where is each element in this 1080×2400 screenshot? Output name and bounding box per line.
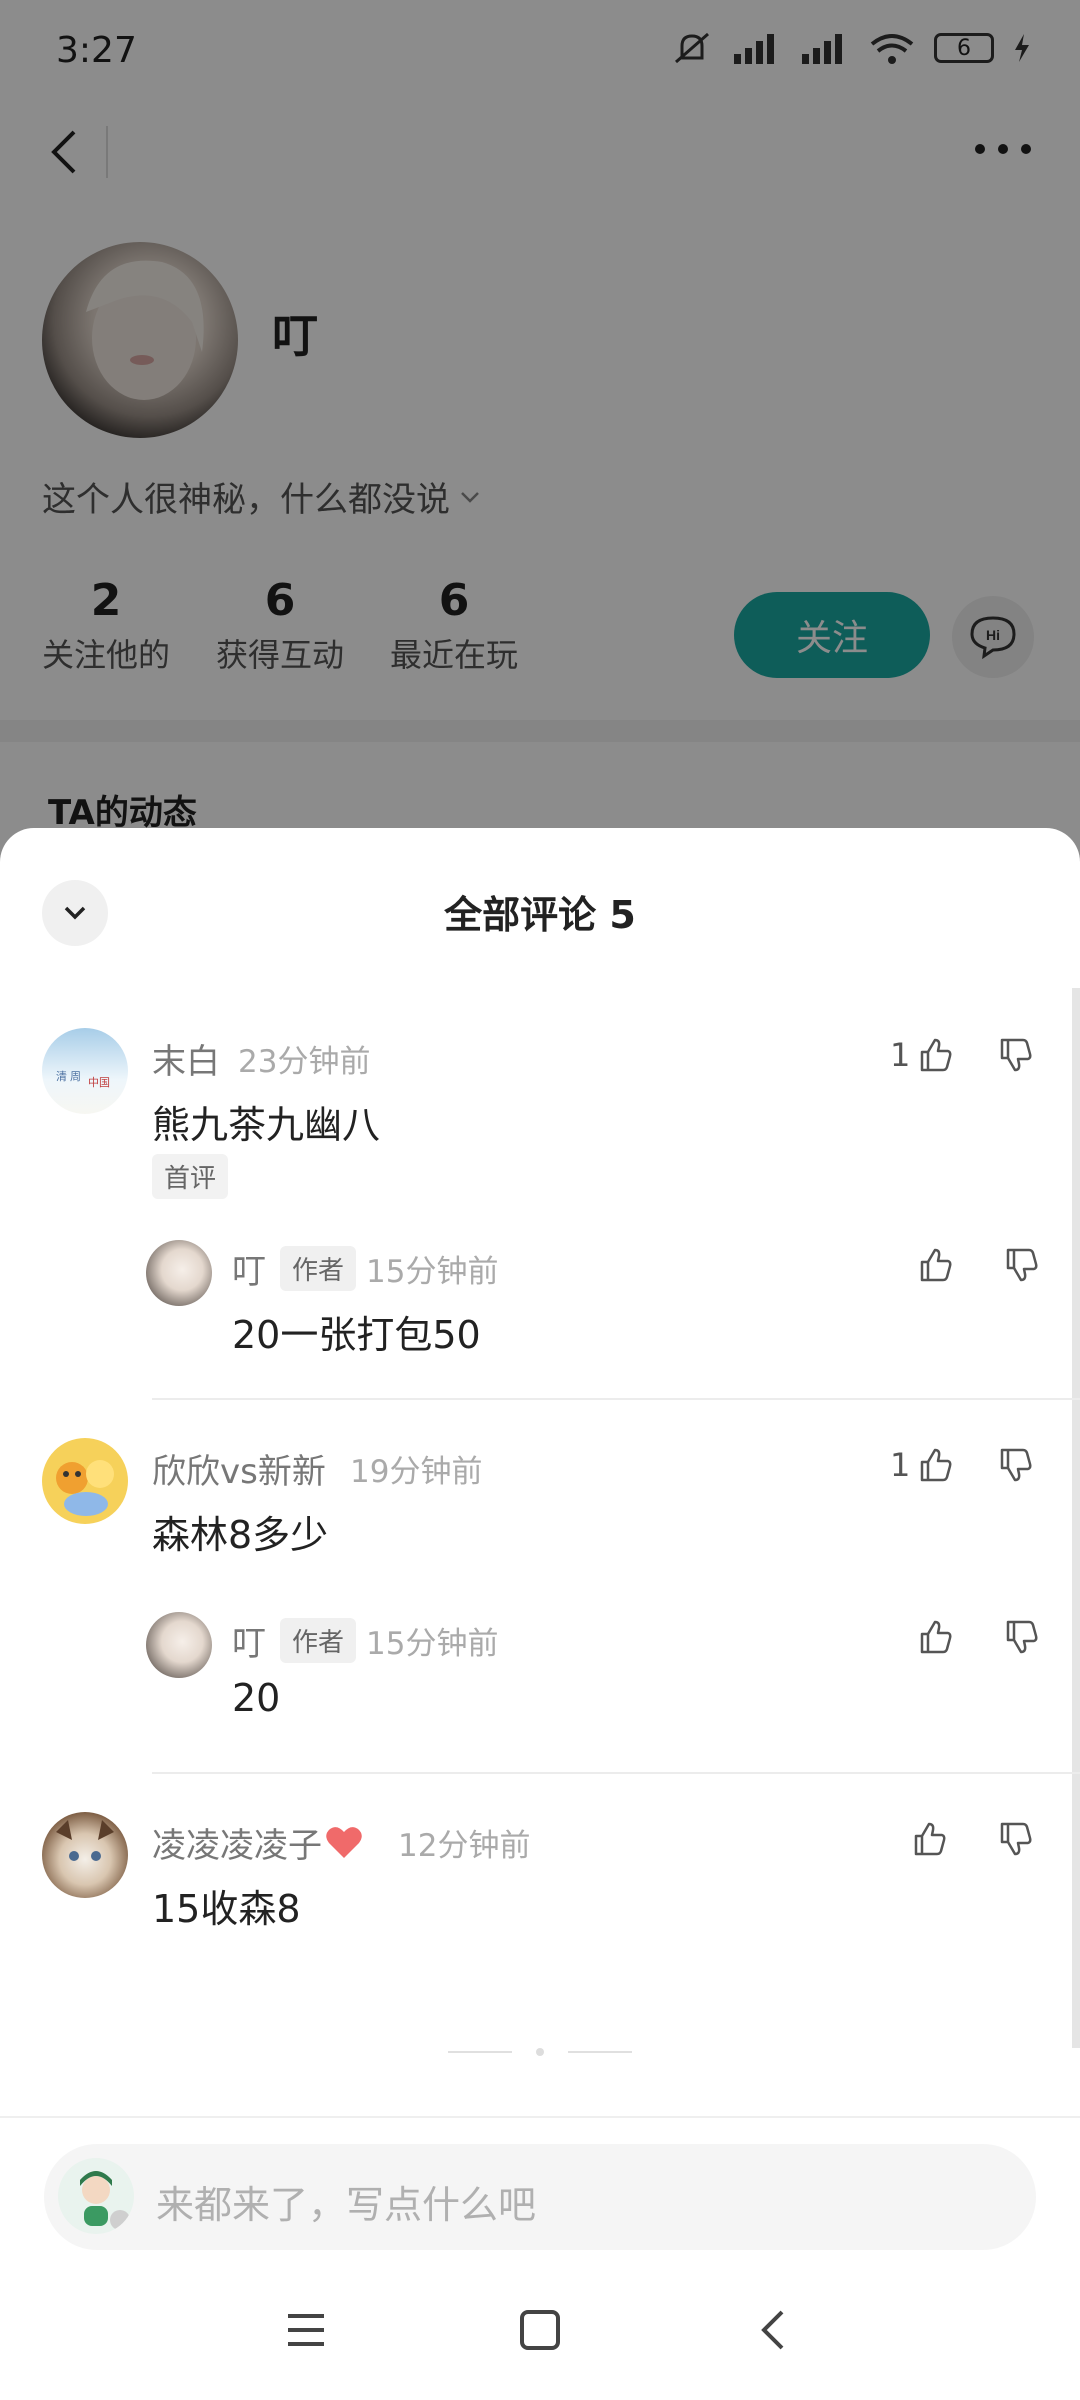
thumbs-down-icon[interactable] [1002,1618,1040,1656]
comment-author[interactable]: 末白 [152,1034,220,1083]
svg-text:清 周: 清 周 [56,1070,81,1083]
thumbs-up-icon[interactable] [910,1820,948,1858]
thumbs-down-icon[interactable] [1002,1246,1040,1284]
thumbs-up-icon[interactable] [916,1246,954,1284]
sys-back-icon[interactable] [752,2308,796,2352]
comment-avatar[interactable]: 清 周中国 [42,1028,128,1114]
comment-author[interactable]: 欣欣vs新新 [152,1444,326,1493]
reply-avatar[interactable] [146,1240,212,1306]
like-count: 1 [890,1036,911,1074]
comment-input[interactable]: 来都来了，写点什么吧 [44,2144,1036,2250]
thumbs-up-icon [921,1448,952,1482]
reply-author[interactable]: 叮 [232,1244,266,1293]
like-button[interactable]: 1 [890,1446,954,1484]
reply-time: 15分钟前 [366,1254,499,1290]
reply-text[interactable]: 20 [232,1676,280,1720]
reply-author[interactable]: 叮 [232,1616,266,1665]
heart-icon [326,1826,362,1858]
comment-divider [152,1398,1080,1400]
first-comment-tag: 首评 [152,1154,229,1199]
reply-text[interactable]: 20一张打包50 [232,1304,481,1359]
menu-icon[interactable] [284,2308,328,2352]
comment-time: 23分钟前 [238,1044,371,1080]
comment-avatar[interactable] [42,1438,128,1524]
thumbs-down-icon[interactable] [996,1820,1034,1858]
like-button[interactable]: 1 [890,1036,954,1074]
scrollbar[interactable] [1072,988,1080,2048]
reply-time: 15分钟前 [366,1626,499,1662]
comments-sheet: 全部评论 5 清 周中国 末白 23分钟前 熊九茶九幽八 首评 1 叮 作者 1… [0,828,1080,2400]
comment-text[interactable]: 15收森8 [152,1878,301,1933]
author-tag: 作者 [280,1618,357,1663]
author-tag: 作者 [280,1246,357,1291]
like-count: 1 [890,1446,911,1484]
comment-input-bar: 来都来了，写点什么吧 [0,2116,1080,2268]
comment-divider [152,1772,1080,1774]
thumbs-down-icon[interactable] [996,1036,1034,1074]
my-avatar [58,2158,134,2234]
thumbs-up-icon [921,1038,952,1072]
thumbs-up-icon[interactable] [916,1618,954,1656]
comment-author-name: 凌凌凌凌子 [152,1826,322,1866]
input-placeholder: 来都来了，写点什么吧 [156,2183,537,2227]
list-end-marker [0,2048,1080,2056]
comment-text[interactable]: 森林8多少 [152,1504,328,1559]
comment-text[interactable]: 熊九茶九幽八 [152,1094,380,1149]
home-square-icon[interactable] [518,2308,562,2352]
comment-time: 12分钟前 [398,1828,531,1864]
system-nav-bar [0,2270,1080,2400]
reply-avatar[interactable] [146,1612,212,1678]
svg-text:中国: 中国 [88,1076,110,1089]
comment-time: 19分钟前 [350,1454,483,1490]
sheet-title: 全部评论 5 [444,893,636,937]
comment-author[interactable]: 凌凌凌凌子 [152,1818,364,1867]
comment-avatar[interactable] [42,1812,128,1898]
thumbs-down-icon[interactable] [996,1446,1034,1484]
